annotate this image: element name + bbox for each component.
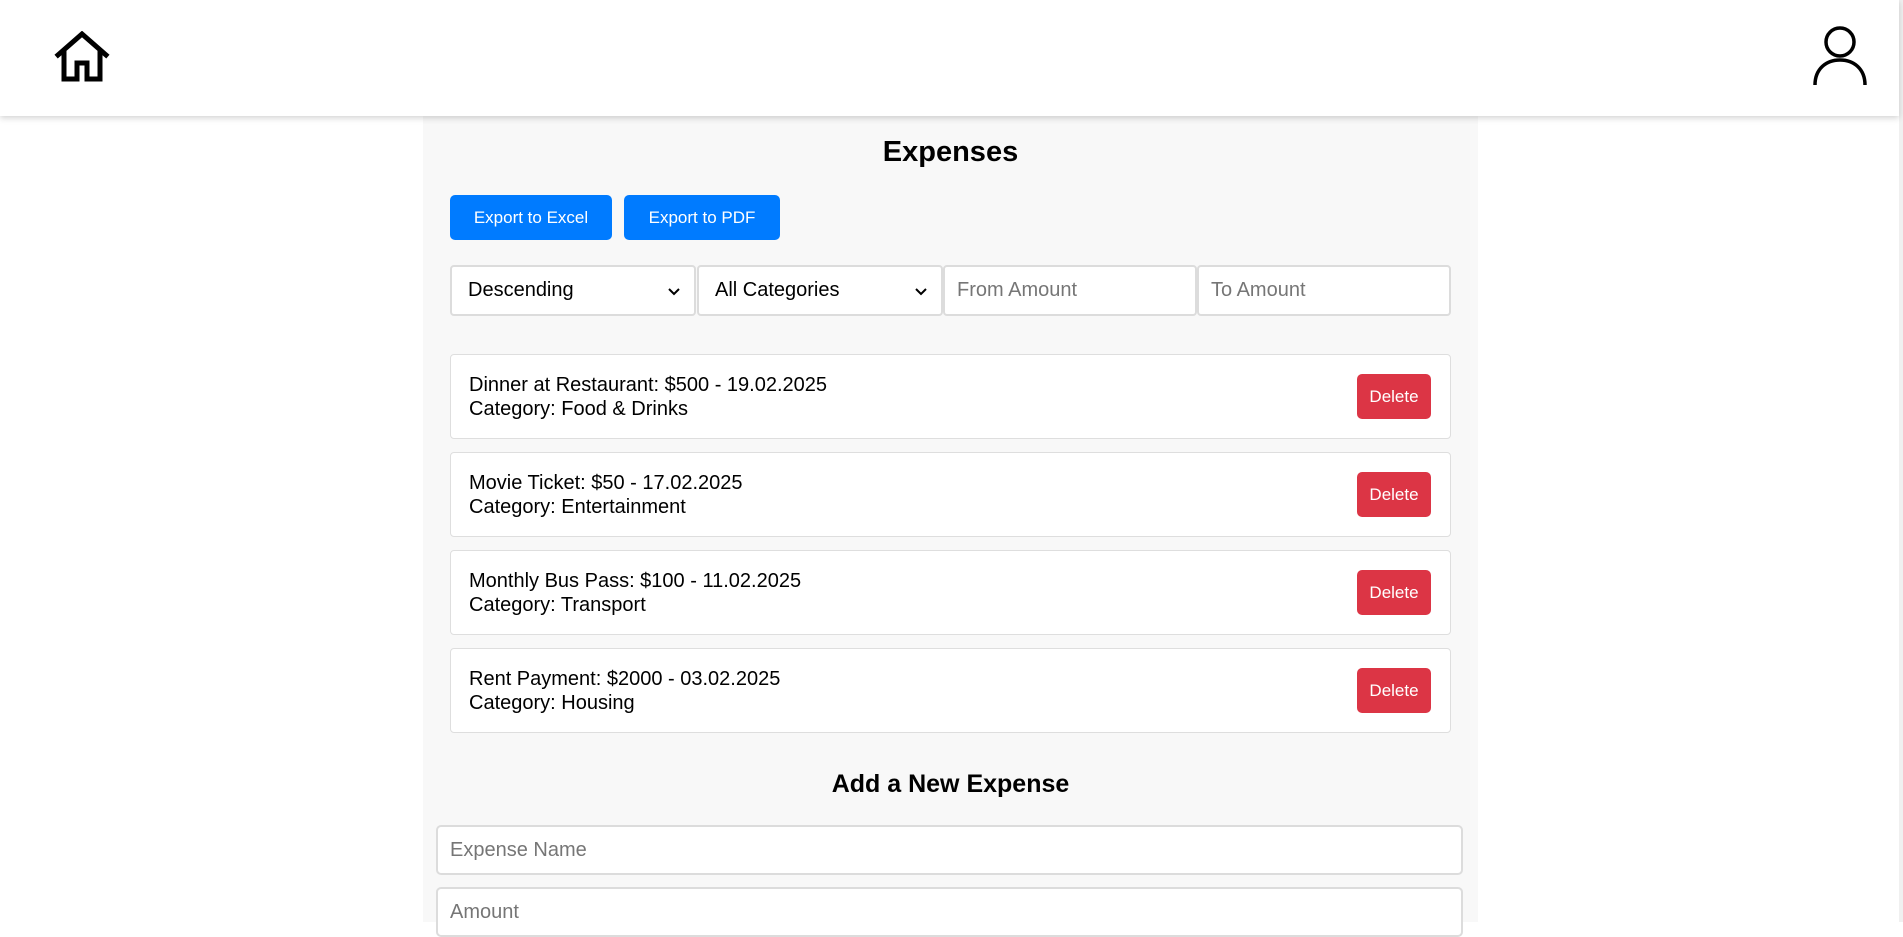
expense-summary: Monthly Bus Pass: $100 - 11.02.2025: [469, 570, 802, 592]
profile-button[interactable]: [1812, 25, 1868, 87]
sort-order-select[interactable]: Descending: [450, 265, 696, 316]
from-amount-input[interactable]: From Amount: [943, 265, 1197, 316]
expense-details: Movie Ticket: $50 - 17.02.2025 Category:…: [469, 471, 743, 519]
category-select[interactable]: All Categories: [697, 265, 943, 316]
export-excel-button[interactable]: Export to Excel: [450, 195, 612, 240]
home-button[interactable]: [54, 30, 110, 83]
expense-name-input[interactable]: Expense Name: [436, 825, 1463, 875]
delete-button[interactable]: Delete: [1357, 374, 1431, 419]
export-pdf-button[interactable]: Export to PDF: [624, 195, 780, 240]
expense-details: Dinner at Restaurant: $500 - 19.02.2025 …: [469, 373, 827, 421]
expense-summary: Movie Ticket: $50 - 17.02.2025: [469, 472, 743, 494]
chevron-down-icon: [668, 283, 680, 299]
chevron-down-icon: [915, 283, 927, 299]
sort-order-value: Descending: [468, 279, 574, 301]
expense-summary: Rent Payment: $2000 - 03.02.2025: [469, 668, 781, 690]
expense-details: Monthly Bus Pass: $100 - 11.02.2025 Cate…: [469, 569, 801, 617]
amount-input[interactable]: Amount: [436, 887, 1463, 937]
delete-button[interactable]: Delete: [1357, 570, 1431, 615]
expense-details: Rent Payment: $2000 - 03.02.2025 Categor…: [469, 667, 780, 715]
expense-summary: Dinner at Restaurant: $500 - 19.02.2025: [469, 374, 828, 396]
category-value: All Categories: [715, 279, 840, 301]
top-navbar: [0, 0, 1899, 116]
delete-button[interactable]: Delete: [1357, 668, 1431, 713]
page-scrollbar[interactable]: [1899, 0, 1903, 922]
expense-category: Category: Housing: [469, 692, 635, 714]
expense-category: Category: Entertainment: [469, 496, 686, 518]
user-icon: [1813, 26, 1867, 86]
page-title: Expenses: [882, 136, 1019, 168]
delete-button[interactable]: Delete: [1357, 472, 1431, 517]
expense-category: Category: Food & Drinks: [469, 398, 688, 420]
expense-item: Rent Payment: $2000 - 03.02.2025 Categor…: [450, 648, 1451, 733]
expense-item: Monthly Bus Pass: $100 - 11.02.2025 Cate…: [450, 550, 1451, 635]
add-expense-title: Add a New Expense: [831, 770, 1070, 798]
expense-item: Dinner at Restaurant: $500 - 19.02.2025 …: [450, 354, 1451, 439]
expense-item: Movie Ticket: $50 - 17.02.2025 Category:…: [450, 452, 1451, 537]
to-amount-input[interactable]: To Amount: [1197, 265, 1451, 316]
expenses-container: Expenses Export to Excel Export to PDF D…: [423, 116, 1478, 937]
home-icon: [54, 30, 110, 82]
expense-category: Category: Transport: [469, 594, 646, 616]
